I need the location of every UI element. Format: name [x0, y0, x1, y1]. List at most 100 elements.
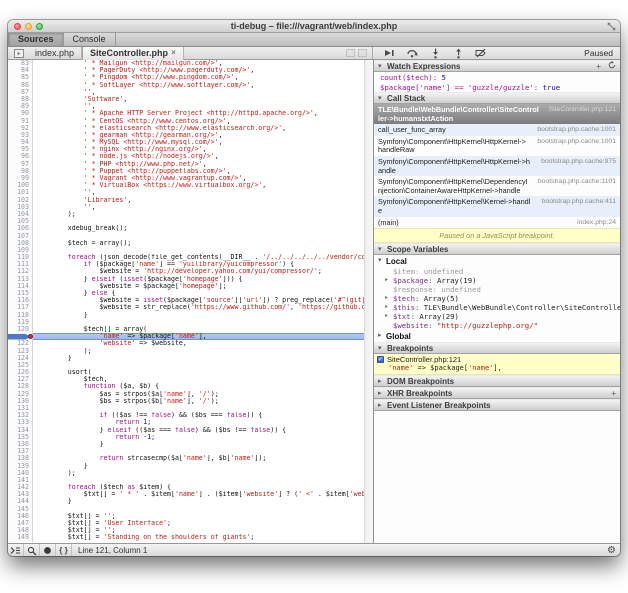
expand-triangle-icon[interactable]: ▸	[385, 276, 388, 285]
code-text[interactable]: 'name' => $package['name'],	[33, 333, 364, 340]
tab-console[interactable]: Console	[64, 33, 116, 46]
refresh-watch-icon[interactable]	[608, 61, 616, 72]
code-text[interactable]: $website = $package['homepage'];	[33, 283, 364, 290]
zoom-button[interactable]	[36, 23, 43, 30]
code-line[interactable]: 114 $website = $package['homepage'];	[8, 283, 364, 290]
call-stack-frame[interactable]: index.php:24(main)	[374, 217, 620, 229]
code-line[interactable]: 95 ' * nginx <http://nginx.org/>',	[8, 146, 364, 153]
code-text[interactable]: ' * Apache HTTP Server Project <http://h…	[33, 110, 364, 117]
watch-expression[interactable]: count($tech): 5	[374, 72, 620, 82]
code-text[interactable]: '',	[33, 103, 364, 110]
toggle-breakpoints-button[interactable]	[475, 48, 487, 59]
code-line[interactable]: 99 ' * Vagrant <http://www.vagrantup.com…	[8, 175, 364, 182]
breakpoint-dot-icon[interactable]	[28, 334, 33, 339]
code-text[interactable]: ' * elasticsearch <http://www.elasticsea…	[33, 125, 364, 132]
code-text[interactable]: xdebug_break();	[33, 225, 364, 232]
pretty-print-icon[interactable]: { }	[56, 544, 72, 556]
code-line[interactable]: 148 $txt[] = '';	[8, 527, 364, 534]
code-line[interactable]: 123 );	[8, 348, 364, 355]
code-text[interactable]: if ($package['name'] == 'yuilibrary/yuic…	[33, 261, 364, 268]
file-tab-index-php[interactable]: index.php	[28, 47, 82, 60]
code-line[interactable]: 117 $website = str_replace('https://www.…	[8, 304, 364, 311]
code-text[interactable]: 'Software',	[33, 96, 364, 103]
code-text[interactable]: ' * MySQL <http://www.mysql.com/>',	[33, 139, 364, 146]
call-stack-header[interactable]: ▾ Call Stack	[374, 92, 620, 104]
code-line[interactable]: 103 '',	[8, 204, 364, 211]
code-line[interactable]: 131	[8, 405, 364, 412]
code-text[interactable]: }	[33, 441, 364, 448]
back-icon[interactable]	[346, 49, 355, 57]
code-text[interactable]: ' * PHP <http://www.php.net/>',	[33, 161, 364, 168]
code-text[interactable]: }	[33, 312, 364, 319]
code-text[interactable]: } elseif (isset($package['homepage'])) {	[33, 276, 364, 283]
code-line[interactable]: 104 );	[8, 211, 364, 218]
code-text[interactable]: $txt[] = '';	[33, 527, 364, 534]
scope-group-local[interactable]: ▾Local	[374, 255, 620, 267]
code-text[interactable]: ' * node.js <http://nodejs.org/>',	[33, 153, 364, 160]
code-text[interactable]: $website = 'http://developer.yahoo.com/y…	[33, 268, 364, 275]
scope-variable[interactable]: ▸$this: TLE\Bundle\WebBundle\Controller\…	[374, 303, 620, 312]
tab-sources[interactable]: Sources	[8, 33, 64, 46]
code-line[interactable]: 115 } else {	[8, 290, 364, 297]
scope-variables-header[interactable]: ▾ Scope Variables	[374, 243, 620, 255]
code-text[interactable]	[33, 319, 364, 326]
dom-breakpoints-header[interactable]: ▸ DOM Breakpoints	[374, 375, 620, 387]
code-line[interactable]: 106 xdebug_break();	[8, 225, 364, 232]
close-tab-icon[interactable]: ×	[171, 47, 176, 59]
expand-triangle-icon[interactable]: ▸	[385, 294, 388, 303]
code-line[interactable]: 141	[8, 477, 364, 484]
code-line[interactable]: 112 $website = 'http://developer.yahoo.c…	[8, 268, 364, 275]
code-line[interactable]: 135 return -1;	[8, 434, 364, 441]
code-line[interactable]: 'name' => $package['name'],	[8, 333, 364, 340]
code-text[interactable]	[33, 405, 364, 412]
scope-variable[interactable]: ▸$txt: Array(29)	[374, 312, 620, 321]
scope-variable[interactable]: $item: undefined	[374, 267, 620, 276]
code-text[interactable]: ' * Mailgun <http://mailgun.com/>',	[33, 60, 364, 67]
call-stack-frame[interactable]: bootstrap.php.cache:1101Symfony\Componen…	[374, 176, 620, 196]
code-text[interactable]	[33, 233, 364, 240]
code-line[interactable]: 109	[8, 247, 364, 254]
call-stack-frame[interactable]: bootstrap.php.cache:1001call_user_func_a…	[374, 124, 620, 136]
code-text[interactable]	[33, 218, 364, 225]
scope-variable[interactable]: $website: "http://guzzlephp.org/"	[374, 321, 620, 330]
code-line[interactable]: 133 return 1;	[8, 419, 364, 426]
code-text[interactable]	[33, 448, 364, 455]
code-text[interactable]: foreach (json_decode(file_get_contents(_…	[33, 254, 364, 261]
breakpoint-checkbox[interactable]: ✓	[377, 356, 384, 363]
step-out-button[interactable]	[452, 48, 464, 59]
code-line[interactable]: 105	[8, 218, 364, 225]
editor-scrollbar[interactable]	[364, 60, 373, 543]
code-text[interactable]: }	[33, 463, 364, 470]
code-line[interactable]: 127 $tech,	[8, 376, 364, 383]
code-text[interactable]: return 1;	[33, 419, 364, 426]
code-line[interactable]: 124 }	[8, 355, 364, 362]
code-line[interactable]: 110 foreach (json_decode(file_get_conten…	[8, 254, 364, 261]
code-line[interactable]: 98 ' * Puppet <http://puppetlabs.com/>',	[8, 168, 364, 175]
code-text[interactable]: '',	[33, 204, 364, 211]
code-text[interactable]: function ($a, $b) {	[33, 383, 364, 390]
call-stack-frame[interactable]: bootstrap.php.cache:411Symfony\Component…	[374, 196, 620, 216]
expand-triangle-icon[interactable]: ▸	[385, 303, 388, 312]
code-line[interactable]: 97 ' * PHP <http://www.php.net/>',	[8, 161, 364, 168]
code-line[interactable]: 129 $as = strpos($a['name'], '/');	[8, 391, 364, 398]
code-text[interactable]: $tech = array();	[33, 240, 364, 247]
code-line[interactable]: 146 $txt[] = '';	[8, 513, 364, 520]
code-line[interactable]: 149 $txt[] = 'Standing on the shoulders …	[8, 534, 364, 541]
code-line[interactable]: 140 );	[8, 470, 364, 477]
code-line[interactable]: 142 foreach ($tech as $item) {	[8, 484, 364, 491]
code-text[interactable]: ' * gearman <http://gearman.org/>',	[33, 132, 364, 139]
code-line[interactable]: 120 $tech[] = array(	[8, 326, 364, 333]
code-line[interactable]: 143 $txt[] = ' * ' . $item['name'] . ($i…	[8, 491, 364, 498]
code-text[interactable]: ' * Vagrant <http://www.vagrantup.com/>'…	[33, 175, 364, 182]
code-line[interactable]: 139 }	[8, 463, 364, 470]
code-line[interactable]: 101 '',	[8, 189, 364, 196]
gear-icon[interactable]: ⚙	[607, 545, 616, 556]
watch-expression[interactable]: $package['name'] == 'guzzle/guzzle': tru…	[374, 82, 620, 92]
code-text[interactable]: }	[33, 355, 364, 362]
scope-variable[interactable]: $response: undefined	[374, 285, 620, 294]
code-text[interactable]: $txt[] = '';	[33, 513, 364, 520]
code-line[interactable]: 94 ' * MySQL <http://www.mysql.com/>',	[8, 139, 364, 146]
scope-variable[interactable]: ▸$package: Array(19)	[374, 276, 620, 285]
code-text[interactable]: $txt[] = 'User Interface';	[33, 520, 364, 527]
code-line[interactable]: 108 $tech = array();	[8, 240, 364, 247]
